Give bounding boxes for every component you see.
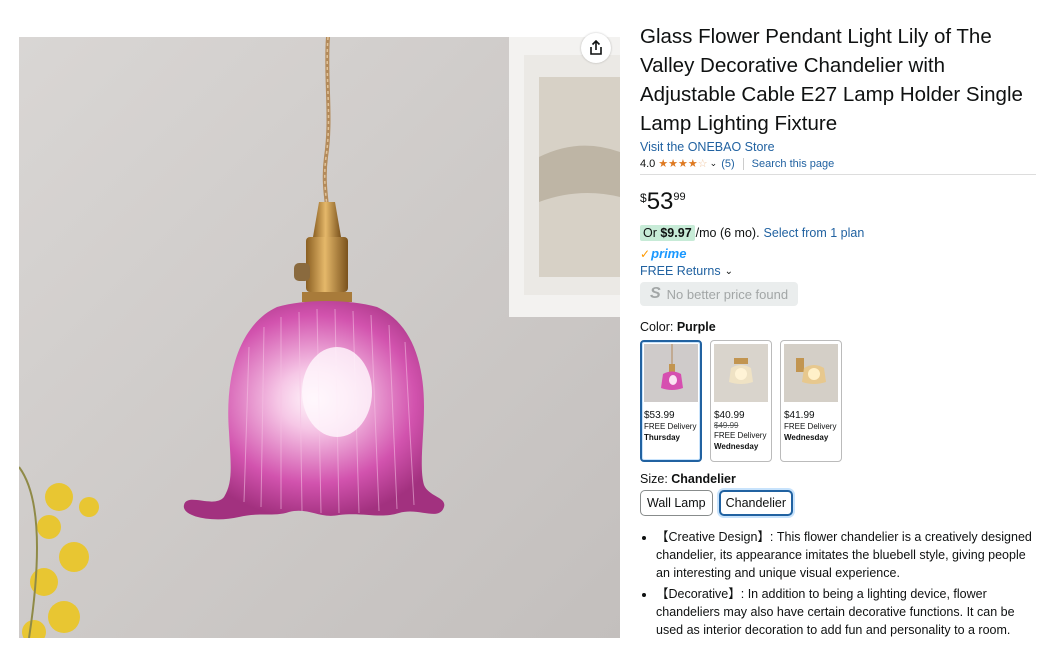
color-swatch-clear[interactable]: $40.99 $49.99 FREE Delivery Wednesday — [710, 340, 772, 462]
feature-bullet: 【Creative Design】: This flower chandelie… — [656, 528, 1036, 582]
s-logo-icon: S — [650, 285, 661, 302]
color-swatches: $53.99 FREE Delivery Thursday $40.99 $49… — [640, 340, 1036, 462]
swatch-price: $53.99 — [644, 410, 675, 421]
swatch-delivery-day: Thursday — [644, 433, 681, 442]
product-info-panel: Glass Flower Pendant Light Lily of The V… — [640, 22, 1036, 642]
prime-badge[interactable]: ✓ prime — [640, 246, 1036, 261]
swatch-delivery-day: Wednesday — [784, 433, 829, 442]
feature-bullets: 【Creative Design】: This flower chandelie… — [640, 528, 1036, 639]
star-rating[interactable]: ★★★★☆ — [658, 157, 707, 170]
color-swatch-amber[interactable]: $41.99 FREE Delivery Wednesday — [780, 340, 842, 462]
star-icon: ★ — [687, 158, 698, 170]
store-link[interactable]: Visit the ONEBAO Store — [640, 140, 1036, 154]
swatch-price: $40.99 — [714, 410, 745, 421]
swatch-image-purple — [644, 344, 698, 402]
color-label-prefix: Color: — [640, 320, 677, 334]
free-returns-link[interactable]: FREE Returns ⌄ — [640, 264, 1036, 278]
no-better-price-badge: S No better price found — [640, 282, 799, 306]
monthly-amount: $9.97 — [660, 226, 692, 240]
rating-value: 4.0 — [640, 157, 656, 170]
price-whole: 53 — [646, 188, 674, 215]
free-returns-label: FREE Returns — [640, 264, 721, 278]
feature-bullet: 【Decorative】: In addition to being a lig… — [656, 585, 1036, 639]
swatch-old-price: $49.99 — [714, 421, 739, 430]
swatch-delivery-day: Wednesday — [714, 442, 759, 451]
swatch-delivery: FREE Delivery — [644, 422, 697, 431]
swatch-delivery: FREE Delivery — [714, 431, 767, 440]
price-fraction: 99 — [673, 191, 686, 203]
size-option-wall-lamp[interactable]: Wall Lamp — [640, 490, 713, 516]
price-symbol: $ — [640, 191, 647, 205]
color-swatch-purple[interactable]: $53.99 FREE Delivery Thursday — [640, 340, 702, 462]
divider — [742, 157, 744, 170]
swatch-image-amber — [784, 344, 838, 402]
monthly-or: Or — [643, 226, 661, 240]
prime-check-icon: ✓ — [640, 246, 651, 261]
size-label-prefix: Size: — [640, 472, 672, 486]
star-icon: ★ — [668, 158, 679, 170]
size-selected: Chandelier — [671, 472, 736, 486]
star-icon: ★ — [678, 158, 688, 170]
size-label: Size: Chandelier — [640, 472, 1036, 486]
product-main-image[interactable] — [19, 37, 620, 638]
color-selected: Purple — [676, 320, 716, 334]
chevron-down-icon[interactable]: ⌄ — [710, 158, 718, 169]
monthly-badge: Or $9.97 — [640, 225, 695, 241]
select-plan-link[interactable]: Select from 1 plan — [764, 226, 865, 240]
prime-label: prime — [651, 246, 687, 261]
swatch-delivery: FREE Delivery — [784, 422, 837, 431]
monthly-payment: Or $9.97 /mo (6 mo). Select from 1 plan — [640, 225, 1036, 241]
price: $ 53 99 — [640, 189, 1036, 215]
no-better-price-text: No better price found — [666, 286, 789, 302]
rating-row: 4.0 ★★★★☆ ⌄ (5) Search this page — [640, 157, 1036, 175]
swatch-image-clear — [714, 344, 768, 402]
rating-count-link[interactable]: (5) — [721, 158, 734, 170]
share-button[interactable] — [581, 33, 611, 63]
product-title: Glass Flower Pendant Light Lily of The V… — [640, 25, 1023, 135]
share-icon — [590, 40, 602, 55]
size-options: Wall Lamp Chandelier — [640, 490, 1036, 516]
pendant-lamp-photo — [19, 37, 620, 638]
chevron-down-icon: ⌄ — [724, 265, 733, 277]
search-this-page-link[interactable]: Search this page — [752, 158, 835, 170]
swatch-price: $41.99 — [784, 410, 815, 421]
color-label: Color: Purple — [640, 320, 1036, 334]
star-icon: ☆ — [697, 158, 708, 170]
monthly-terms: /mo (6 mo). — [695, 226, 760, 240]
size-option-chandelier[interactable]: Chandelier — [718, 490, 794, 516]
star-icon: ★ — [658, 158, 669, 170]
